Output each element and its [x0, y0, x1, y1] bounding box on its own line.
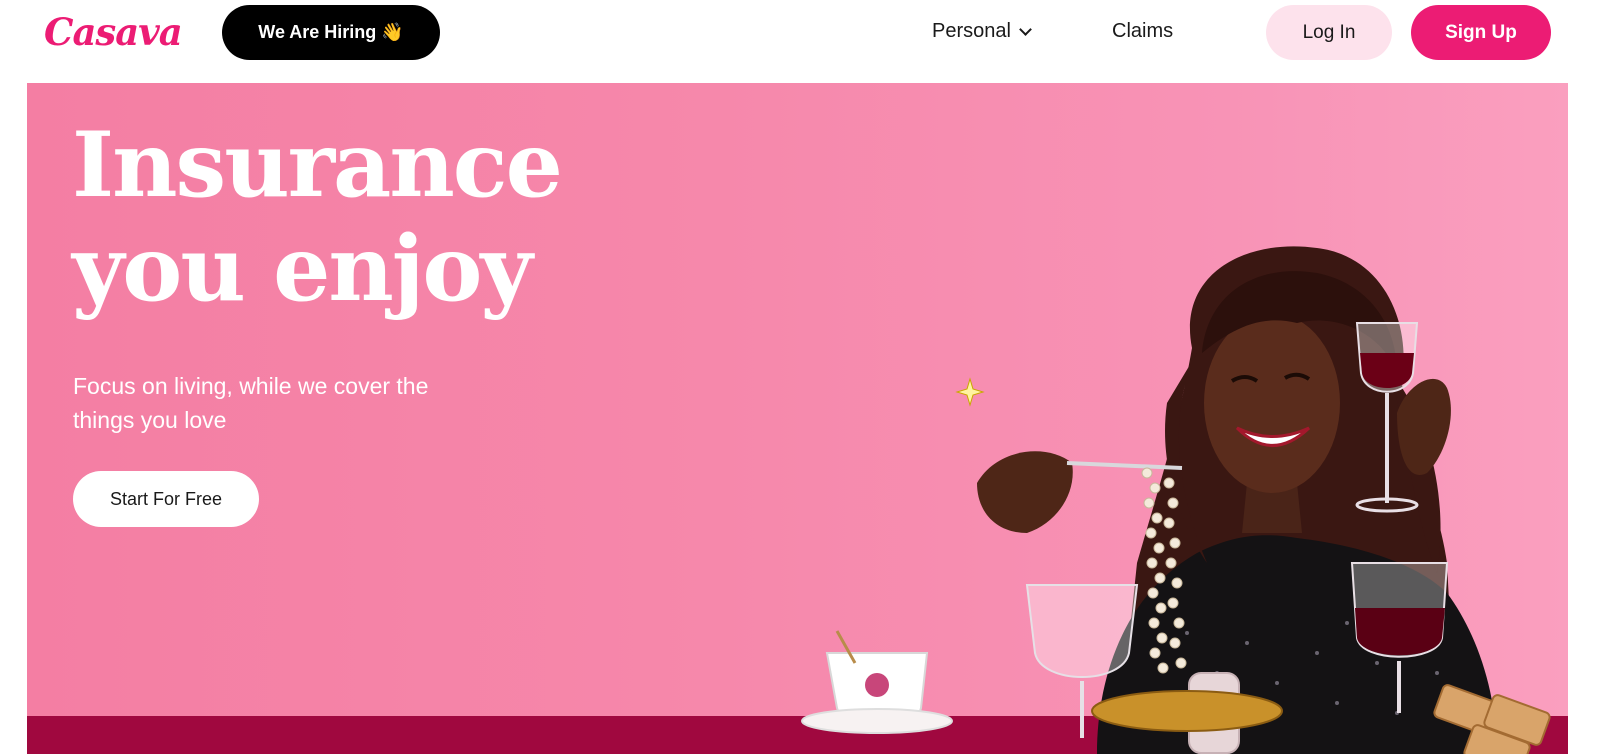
hero-headline: Insurance you enjoy [72, 113, 592, 321]
sparkle-icon [955, 377, 985, 407]
start-for-free-button[interactable]: Start For Free [73, 471, 259, 527]
hero-section: Insurance you enjoy Focus on living, whi… [27, 83, 1568, 754]
we-are-hiring-button[interactable]: We Are Hiring 👋 [222, 5, 440, 60]
casava-logo[interactable]: Casava [44, 10, 183, 54]
hiring-button-label: We Are Hiring 👋 [258, 22, 404, 42]
hero-photo [801, 246, 1551, 754]
nav-claims-link[interactable]: Claims [1112, 20, 1173, 43]
log-in-label: Log In [1302, 21, 1356, 43]
sign-up-button[interactable]: Sign Up [1411, 5, 1551, 60]
log-in-button[interactable]: Log In [1266, 5, 1392, 60]
sign-up-label: Sign Up [1445, 21, 1517, 43]
start-for-free-label: Start For Free [109, 488, 223, 509]
chevron-down-icon [1019, 22, 1032, 36]
nav-personal-label: Personal [932, 20, 1011, 42]
headline-line-2: you enjoy [72, 216, 533, 322]
headline-line-1: Insurance [72, 112, 563, 218]
nav-personal-dropdown[interactable]: Personal [932, 20, 1032, 43]
site-header: Casava We Are Hiring 👋 Personal Claims L… [0, 0, 1600, 82]
nav-claims-label: Claims [1112, 20, 1174, 42]
hero-subtext: Focus on living, while we cover the thin… [73, 373, 429, 433]
